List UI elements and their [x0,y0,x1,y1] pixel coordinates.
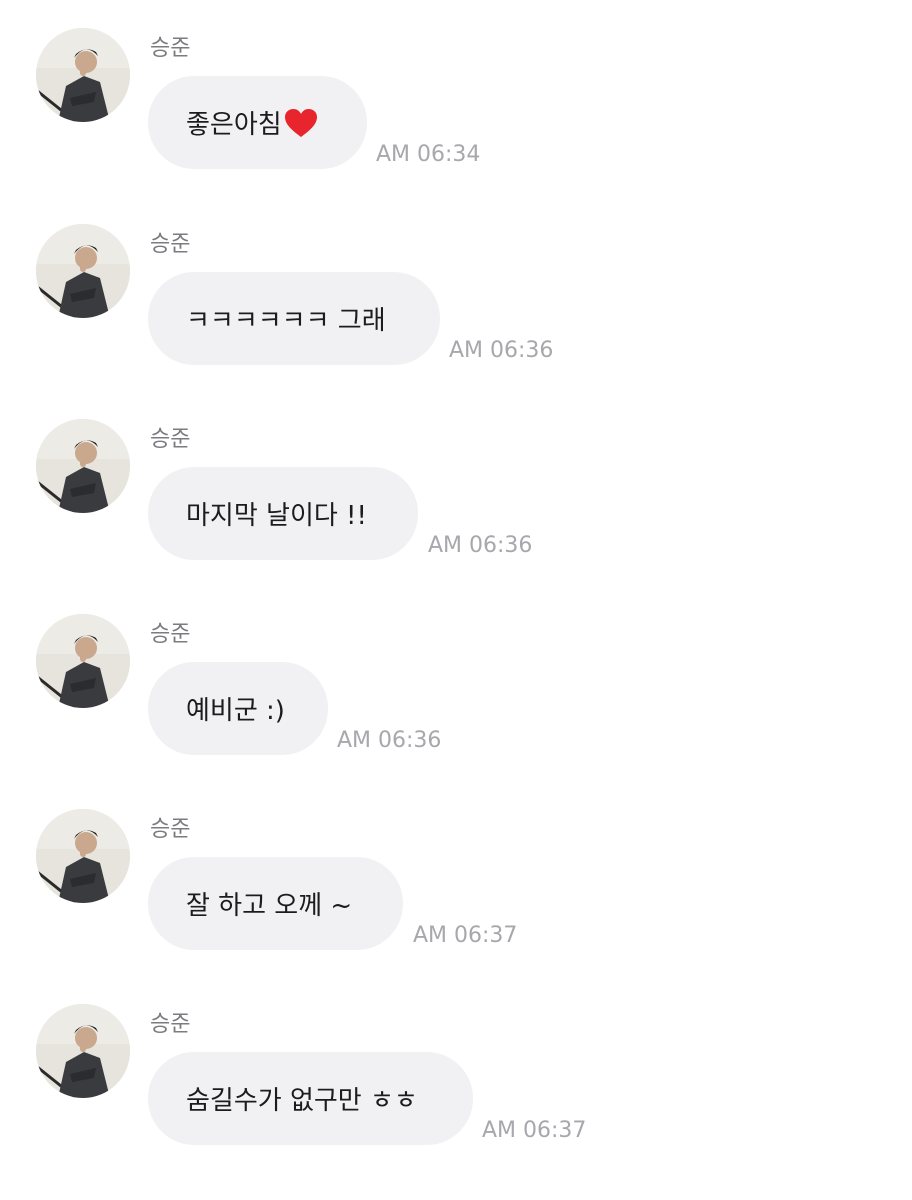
message-row: 승준 마지막 날이다 !! AM 06:36 [0,391,912,560]
message-bubble[interactable]: 숨길수가 없구만 ㅎㅎ [148,1052,473,1145]
avatar[interactable] [36,1004,130,1098]
avatar-photo-icon [36,809,130,903]
message-timestamp: AM 06:37 [413,923,518,948]
sender-name: 승준 [150,36,191,61]
message-text: 예비군 :) [186,696,285,726]
avatar-photo-icon [36,614,130,708]
chat-thread: 승준 좋은아침 AM 06:34 승준 ㅋㅋㅋㅋㅋㅋ 그래 AM 06:36 승… [0,0,912,1200]
sender-name: 승준 [150,1012,191,1037]
sender-name: 승준 [150,817,191,842]
avatar[interactable] [36,419,130,513]
avatar[interactable] [36,614,130,708]
message-timestamp: AM 06:36 [428,533,533,558]
message-bubble[interactable]: ㅋㅋㅋㅋㅋㅋ 그래 [148,272,440,365]
message-row: 승준 잘 하고 오께 ~ AM 06:37 [0,781,912,950]
message-row: 승준 좋은아침 AM 06:34 [0,0,912,169]
avatar-photo-icon [36,28,130,122]
message-row: 승준 ㅋㅋㅋㅋㅋㅋ 그래 AM 06:36 [0,196,912,365]
avatar[interactable] [36,28,130,122]
avatar-photo-icon [36,419,130,513]
sender-name: 승준 [150,427,191,452]
message-bubble[interactable]: 좋은아침 [148,76,367,169]
avatar[interactable] [36,809,130,903]
message-text: ㅋㅋㅋㅋㅋㅋ 그래 [186,306,386,336]
message-bubble[interactable]: 잘 하고 오께 ~ [148,857,403,950]
sender-name: 승준 [150,232,191,257]
message-text: 좋은아침 [186,110,282,140]
avatar[interactable] [36,224,130,318]
avatar-photo-icon [36,224,130,318]
message-text: 마지막 날이다 !! [186,501,367,531]
sender-name: 승준 [150,622,191,647]
avatar-photo-icon [36,1004,130,1098]
message-bubble[interactable]: 마지막 날이다 !! [148,467,418,560]
message-timestamp: AM 06:34 [376,142,481,167]
message-text: 잘 하고 오께 ~ [186,891,353,921]
message-bubble[interactable]: 예비군 :) [148,662,328,755]
message-timestamp: AM 06:36 [337,728,442,753]
heart-icon [284,108,317,137]
message-timestamp: AM 06:36 [449,338,554,363]
message-row: 승준 숨길수가 없구만 ㅎㅎ AM 06:37 [0,976,912,1145]
message-row: 승준 예비군 :) AM 06:36 [0,586,912,755]
message-timestamp: AM 06:37 [482,1118,587,1143]
message-text: 숨길수가 없구만 ㅎㅎ [186,1086,418,1116]
